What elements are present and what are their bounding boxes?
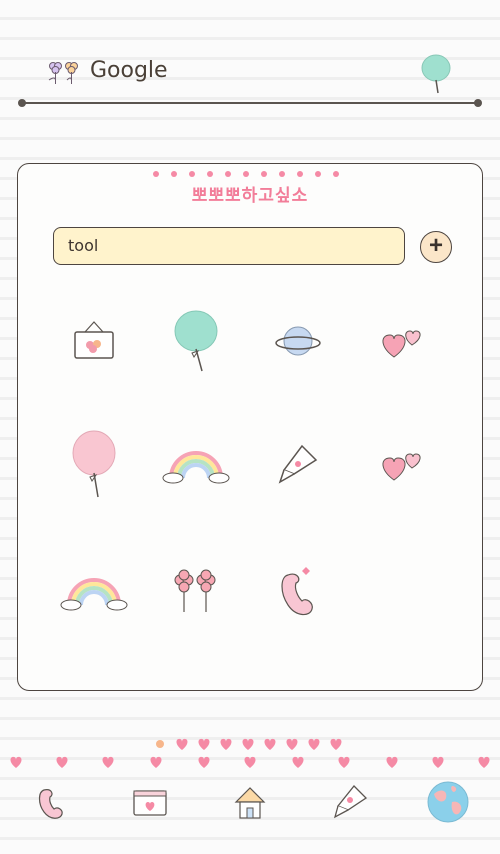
search-label[interactable]: Google	[90, 58, 168, 83]
hearts-decoration	[150, 166, 350, 177]
cotton-candy-pink-icon[interactable]	[58, 428, 130, 500]
hearts-decoration	[0, 754, 500, 772]
hearts-icon[interactable]	[366, 305, 438, 377]
line-end-dot	[474, 99, 482, 107]
rainbow-icon[interactable]	[58, 555, 130, 627]
search-underline	[22, 102, 478, 104]
calendar-icon[interactable]	[126, 778, 174, 826]
phone-icon[interactable]	[28, 778, 76, 826]
hearts-decoration	[150, 736, 350, 754]
panel-title: 뽀뽀뽀하고싶소	[191, 186, 309, 206]
plus-icon: +	[428, 232, 443, 259]
folder-name-input[interactable]	[53, 227, 405, 265]
rainbow-icon[interactable]	[160, 428, 232, 500]
flower-logo-icon	[44, 60, 84, 86]
paper-plane-icon[interactable]	[262, 428, 334, 500]
paper-plane-icon[interactable]	[326, 778, 374, 826]
phone-icon[interactable]	[262, 555, 334, 627]
line-end-dot	[18, 99, 26, 107]
calendar-icon[interactable]	[58, 305, 130, 377]
planet-icon[interactable]	[262, 305, 334, 377]
hearts-icon[interactable]	[366, 428, 438, 500]
cotton-candy-icon[interactable]	[418, 52, 454, 94]
globe-icon[interactable]	[424, 778, 472, 826]
folder-name-text[interactable]: tool	[68, 236, 98, 255]
house-icon[interactable]	[226, 778, 274, 826]
cotton-candy-mint-icon[interactable]	[160, 305, 232, 377]
flowers-icon[interactable]	[160, 555, 232, 627]
add-button[interactable]: +	[420, 231, 452, 263]
